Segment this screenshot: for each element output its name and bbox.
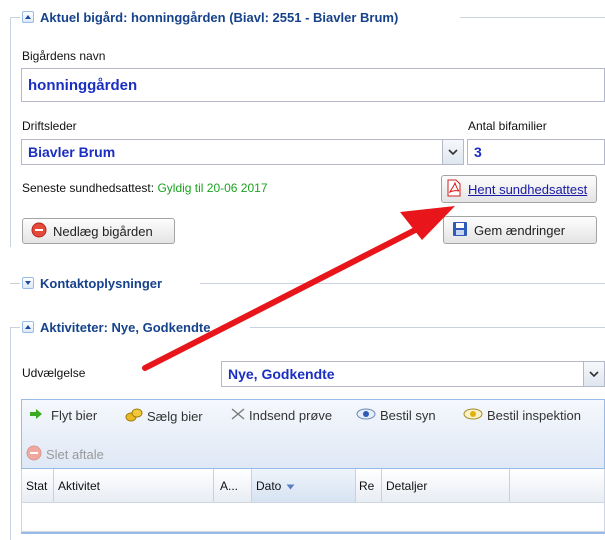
arrow-shaft bbox=[142, 222, 428, 371]
annotation-arrow bbox=[142, 206, 455, 371]
